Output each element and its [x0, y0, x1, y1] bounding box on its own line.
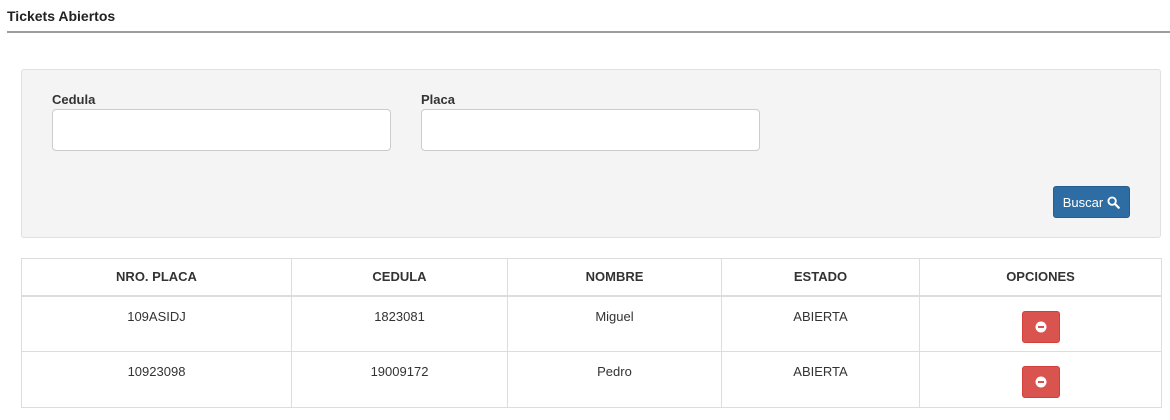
cell-estado: ABIERTA	[721, 295, 920, 352]
cell-opciones	[919, 351, 1162, 408]
cell-opciones	[919, 295, 1162, 352]
table-row: 109ASIDJ 1823081 Miguel ABIERTA	[21, 295, 1162, 352]
cell-nombre: Miguel	[507, 295, 722, 352]
cell-cedula: 1823081	[291, 295, 508, 352]
minus-circle-icon	[1035, 376, 1046, 388]
column-header-nro-placa: NRO. PLACA	[21, 258, 292, 297]
column-header-nombre: NOMBRE	[507, 258, 722, 297]
cell-estado: ABIERTA	[721, 351, 920, 408]
column-header-estado: ESTADO	[721, 258, 920, 297]
cell-placa: 109ASIDJ	[21, 295, 292, 352]
page-header: Tickets Abiertos	[7, 0, 1170, 33]
placa-label: Placa	[421, 92, 455, 107]
table-row: 10923098 19009172 Pedro ABIERTA	[21, 351, 1162, 408]
column-header-opciones: OPCIONES	[919, 258, 1162, 297]
column-header-cedula: CEDULA	[291, 258, 508, 297]
cell-nombre: Pedro	[507, 351, 722, 408]
minus-circle-icon	[1035, 321, 1046, 332]
remove-ticket-button[interactable]	[1021, 310, 1060, 343]
cell-cedula: 19009172	[291, 351, 508, 408]
search-button[interactable]: Buscar	[1053, 186, 1130, 218]
placa-input[interactable]	[421, 109, 760, 151]
cell-placa: 10923098	[21, 351, 292, 408]
table-header-row: NRO. PLACA CEDULA NOMBRE ESTADO OPCIONES	[21, 258, 1162, 297]
search-button-label: Buscar	[1062, 194, 1104, 210]
page-title: Tickets Abiertos	[7, 8, 116, 24]
search-icon	[1107, 195, 1121, 209]
cedula-input[interactable]	[52, 109, 391, 151]
remove-ticket-button[interactable]	[1021, 366, 1060, 398]
cedula-label: Cedula	[52, 92, 96, 107]
search-panel: Cedula Placa Buscar	[21, 69, 1161, 238]
tickets-table: NRO. PLACA CEDULA NOMBRE ESTADO OPCIONES…	[21, 258, 1162, 408]
